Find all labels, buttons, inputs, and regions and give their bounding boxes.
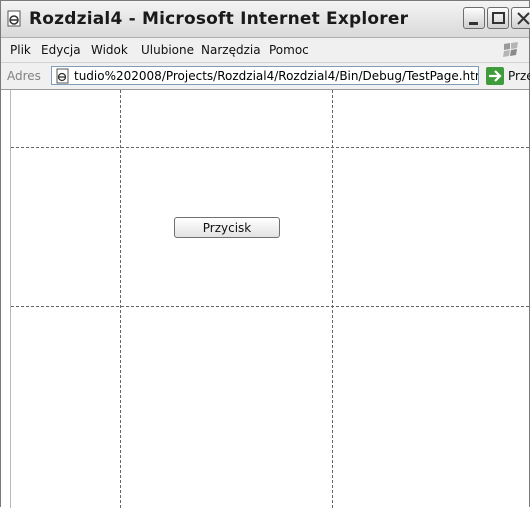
grid-line-horizontal-1 — [11, 147, 529, 148]
address-label: Adres — [7, 69, 41, 83]
menu-widok[interactable]: Widok — [91, 43, 128, 57]
menu-narzedzia[interactable]: Narzędzia — [201, 43, 261, 57]
arrow-right-icon — [489, 70, 502, 82]
minimize-button[interactable] — [463, 7, 485, 29]
close-button[interactable] — [511, 7, 530, 29]
page-icon — [56, 68, 69, 84]
close-icon — [517, 12, 530, 25]
windows-logo-icon — [503, 42, 518, 57]
address-input[interactable]: tudio%202008/Projects/Rozdzial4/Rozdzial… — [51, 66, 479, 85]
grid-line-horizontal-2 — [11, 306, 529, 307]
page-content: Przycisk — [1, 90, 529, 508]
window-title: Rozdzial4 - Microsoft Internet Explorer — [29, 9, 409, 29]
menu-pomoc[interactable]: Pomoc — [269, 43, 309, 57]
ie-page-icon — [7, 10, 21, 27]
title-bar[interactable]: Rozdzial4 - Microsoft Internet Explorer — [1, 1, 530, 38]
grid-line-vertical-2 — [332, 90, 333, 508]
maximize-button[interactable] — [487, 7, 509, 29]
address-url: tudio%202008/Projects/Rozdzial4/Rozdzial… — [74, 69, 479, 83]
browser-window: Rozdzial4 - Microsoft Internet Explorer … — [0, 0, 530, 508]
maximize-icon — [492, 12, 505, 24]
menu-edycja[interactable]: Edycja — [41, 43, 81, 57]
przycisk-button[interactable]: Przycisk — [174, 217, 280, 238]
address-bar: Adres tudio%202008/Projects/Rozdzial4/Ro… — [1, 63, 530, 90]
go-button[interactable] — [486, 67, 504, 85]
grid-line-vertical-1 — [120, 90, 121, 508]
menu-ulubione[interactable]: Ulubione — [141, 43, 194, 57]
menu-bar: Plik Edycja Widok Ulubione Narzędzia Pom… — [1, 38, 529, 63]
content-left-edge — [10, 90, 11, 508]
menu-plik[interactable]: Plik — [10, 43, 31, 57]
minimize-icon — [469, 22, 478, 25]
go-label[interactable]: Przejdź — [508, 69, 530, 83]
